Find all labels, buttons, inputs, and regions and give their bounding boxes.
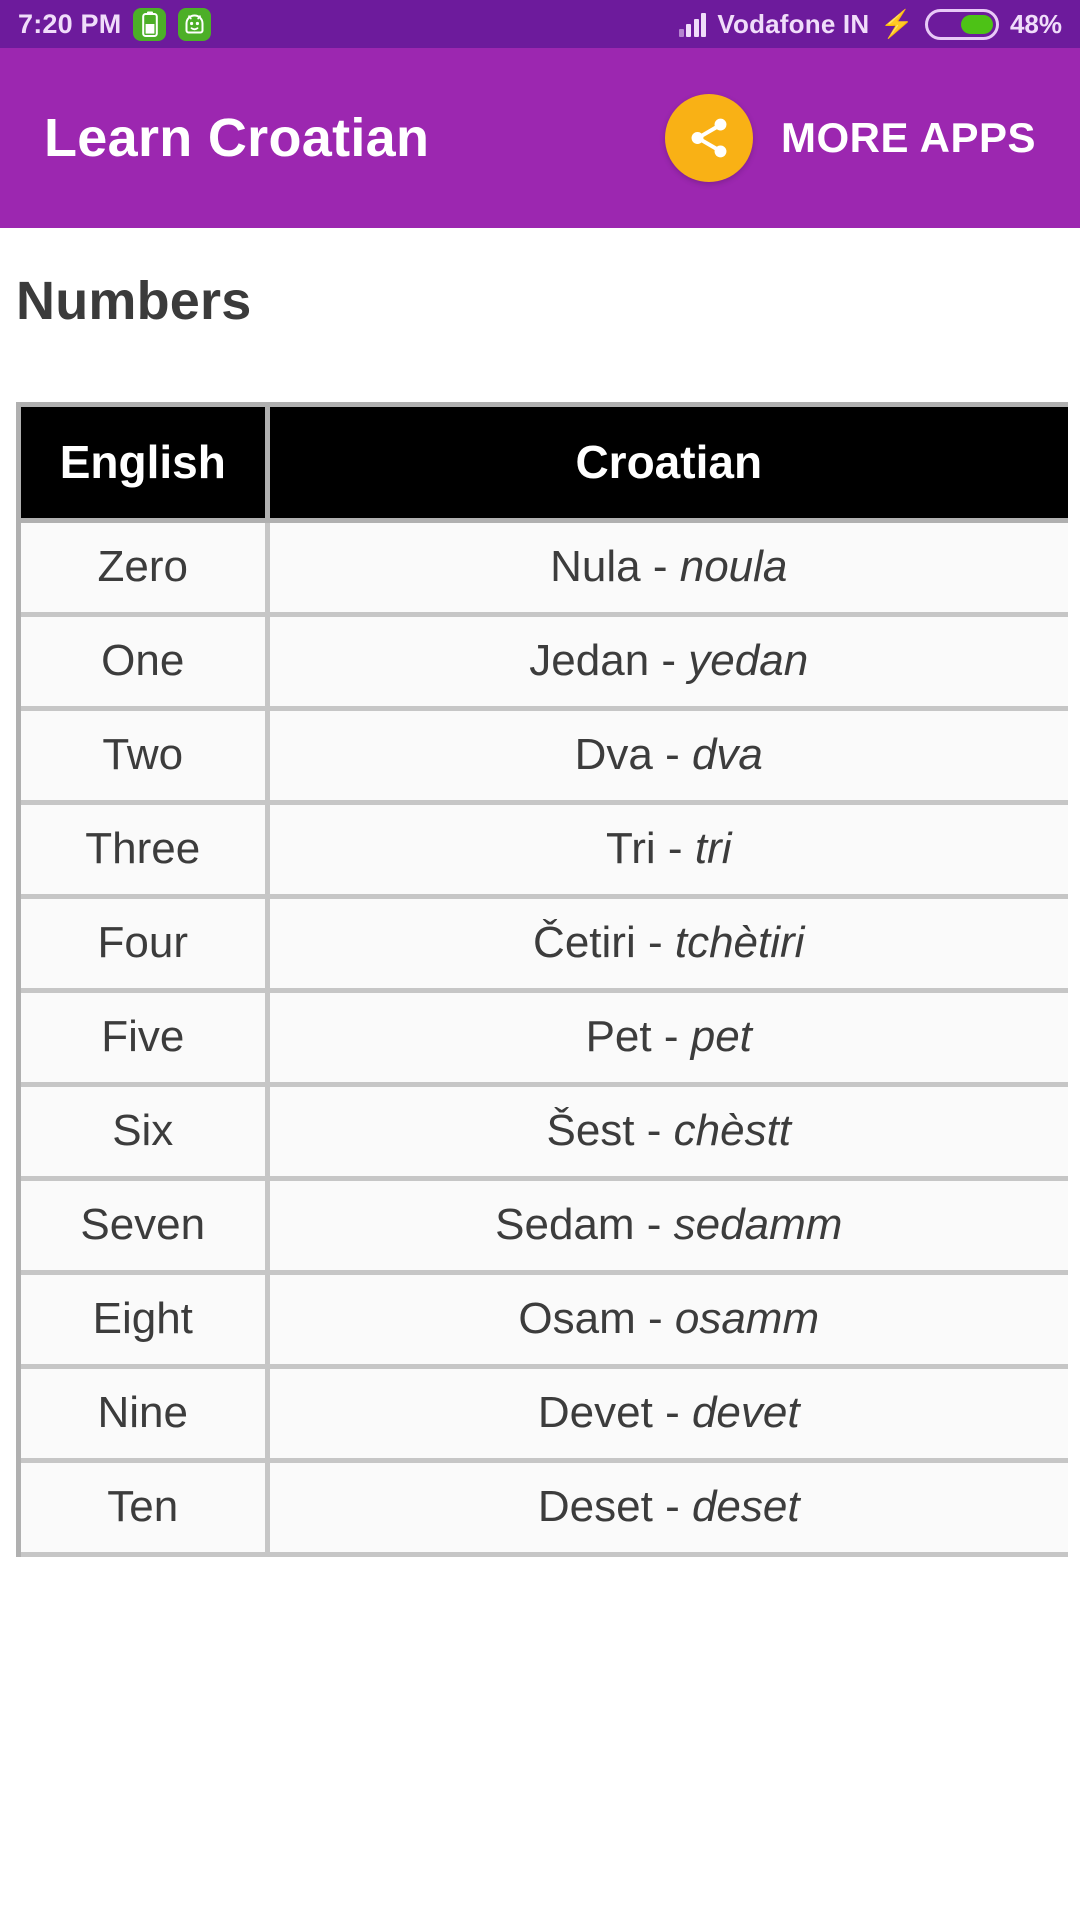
pronunciation: tri (694, 824, 732, 873)
separator-dash: - (649, 636, 689, 685)
cell-english: One (21, 614, 270, 711)
main-content: Numbers English Croatian Zero Nula - noul… (0, 228, 1080, 1920)
croatian-word: Dva (574, 730, 653, 779)
separator-dash: - (635, 1294, 675, 1343)
cell-english: Eight (21, 1272, 270, 1369)
column-header-english: English (21, 407, 270, 523)
pronunciation: deset (691, 1482, 800, 1531)
separator-dash: - (652, 730, 692, 779)
cell-croatian: Pet - pet (267, 990, 1068, 1087)
pronunciation: yedan (688, 636, 809, 685)
cell-croatian: Četiri - tchètiri (267, 896, 1068, 993)
cell-croatian: Devet - devet (267, 1366, 1068, 1463)
croatian-word: Nula (550, 542, 641, 591)
cell-croatian: Šest - chèstt (267, 1084, 1068, 1181)
signal-bars-icon (678, 11, 707, 37)
table-row[interactable]: Four Četiri - tchètiri (21, 896, 1068, 993)
croatian-word: Četiri (533, 918, 636, 967)
separator-dash: - (640, 542, 680, 591)
separator-dash: - (651, 1012, 691, 1061)
table-row[interactable]: Seven Sedam - sedamm (21, 1178, 1068, 1275)
cell-english: Seven (21, 1178, 270, 1275)
table-row[interactable]: One Jedan - yedan (21, 614, 1068, 711)
status-bar-left: 7:20 PM (18, 7, 212, 41)
app-bar: Learn Croatian MORE APPS (0, 48, 1080, 228)
cell-croatian: Deset - deset (267, 1460, 1068, 1557)
separator-dash: - (655, 824, 695, 873)
cell-english: Six (21, 1084, 270, 1181)
separator-dash: - (652, 1482, 692, 1531)
separator-dash: - (652, 1388, 692, 1437)
page-title: Numbers (16, 271, 252, 331)
cell-english: Five (21, 990, 270, 1087)
vocabulary-table: English Croatian Zero Nula - noula One Jeda… (21, 407, 1068, 1557)
croatian-word: Jedan (529, 636, 650, 685)
battery-percent-label: 48% (1009, 8, 1062, 39)
table-body: Zero Nula - noula One Jedan - yedan Two Dva -… (21, 520, 1068, 1557)
table-row[interactable]: Nine Devet - devet (21, 1366, 1068, 1463)
table-row[interactable]: Ten Deset - deset (21, 1460, 1068, 1557)
app-title: Learn Croatian (44, 108, 430, 168)
table-row[interactable]: Two Dva - dva (21, 708, 1068, 805)
app-bar-actions: MORE APPS (665, 94, 1056, 182)
status-time: 7:20 PM (18, 8, 122, 39)
battery-icon (924, 8, 999, 40)
android-robot-notification-icon (178, 7, 212, 41)
croatian-word: Šest (546, 1106, 635, 1155)
more-apps-button[interactable]: MORE APPS (781, 114, 1036, 162)
cell-english: Four (21, 896, 270, 993)
cell-croatian: Jedan - yedan (267, 614, 1068, 711)
table-row[interactable]: Six Šest - chèstt (21, 1084, 1068, 1181)
pronunciation: sedamm (673, 1200, 843, 1249)
pronunciation: devet (691, 1388, 800, 1437)
croatian-word: Osam (518, 1294, 636, 1343)
pronunciation: osamm (674, 1294, 820, 1343)
table-header-row: English Croatian (21, 407, 1068, 523)
pronunciation: dva (691, 730, 763, 779)
croatian-word: Tri (606, 824, 656, 873)
status-bar: 7:20 PM Vodafone IN ⚡ 48% (0, 0, 1080, 48)
share-button[interactable] (665, 94, 754, 182)
cell-croatian: Dva - dva (267, 708, 1068, 805)
pronunciation: tchètiri (674, 918, 805, 967)
pronunciation: chèstt (673, 1106, 792, 1155)
croatian-word: Pet (585, 1012, 652, 1061)
cell-english: Three (21, 802, 270, 899)
cell-english: Two (21, 708, 270, 805)
table-row[interactable]: Three Tri - tri (21, 802, 1068, 899)
battery-notification-icon (133, 7, 167, 41)
separator-dash: - (635, 918, 675, 967)
croatian-word: Sedam (495, 1200, 635, 1249)
cell-english: Zero (21, 520, 270, 617)
cell-croatian: Sedam - sedamm (267, 1178, 1068, 1275)
table-row[interactable]: Eight Osam - osamm (21, 1272, 1068, 1369)
cell-english: Ten (21, 1460, 270, 1557)
separator-dash: - (634, 1200, 674, 1249)
bolt-icon: ⚡ (880, 8, 914, 39)
pronunciation: noula (679, 542, 788, 591)
table-row[interactable]: Zero Nula - noula (21, 520, 1068, 617)
separator-dash: - (634, 1106, 674, 1155)
table-row[interactable]: Five Pet - pet (21, 990, 1068, 1087)
croatian-word: Devet (537, 1388, 653, 1437)
cell-croatian: Osam - osamm (267, 1272, 1068, 1369)
cell-english: Nine (21, 1366, 270, 1463)
cell-croatian: Tri - tri (267, 802, 1068, 899)
share-icon (691, 118, 727, 158)
pronunciation: pet (690, 1012, 752, 1061)
cell-croatian: Nula - noula (267, 520, 1068, 617)
column-header-croatian: Croatian (267, 407, 1068, 523)
status-bar-right: Vodafone IN ⚡ 48% (678, 8, 1062, 40)
croatian-word: Deset (537, 1482, 653, 1531)
carrier-label: Vodafone IN (717, 8, 870, 39)
vocabulary-table-container[interactable]: English Croatian Zero Nula - noula One Jeda… (16, 402, 1068, 1557)
